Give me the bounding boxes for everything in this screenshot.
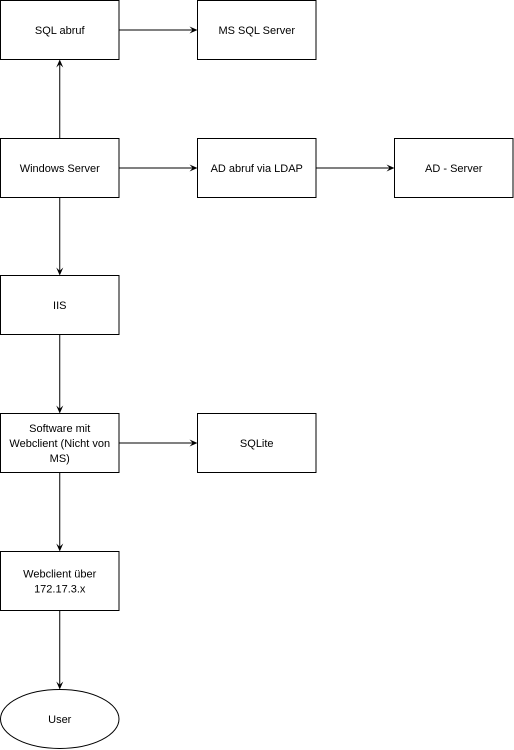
node-label: AD abruf via LDAP (211, 163, 303, 175)
node-label: Windows Server (20, 163, 100, 175)
architecture-diagram: SQL abruf MS SQL Server Windows Server AD a… (0, 0, 514, 749)
edge-iis-to-software (56, 334, 64, 414)
node-label: SQLite (240, 438, 274, 450)
edge-sql-abruf-to-ms-sql-server (119, 26, 198, 34)
node-label: Software mit (29, 423, 90, 435)
node-sql-abruf: SQL abruf (0, 0, 120, 60)
node-label: MS) (50, 453, 70, 465)
edge-ad-abruf-to-ad-server (316, 164, 395, 172)
edge-webclient-to-user (56, 610, 64, 690)
edge-windows-server-to-ad-abruf (119, 164, 198, 172)
node-label: MS SQL Server (218, 25, 295, 37)
node-sqlite: SQLite (197, 413, 317, 473)
node-shape (0, 551, 120, 611)
node-windows-server: Windows Server (0, 138, 120, 198)
edge-windows-server-to-sql-abruf (56, 59, 64, 139)
node-label: AD - Server (425, 163, 483, 175)
node-ms-sql-server: MS SQL Server (197, 0, 317, 60)
edge-software-to-sqlite (119, 439, 198, 447)
edge-windows-server-to-iis (56, 197, 64, 276)
node-label: SQL abruf (35, 25, 86, 37)
nodes: SQL abruf MS SQL Server Windows Server AD a… (0, 0, 514, 749)
node-webclient: Webclient über 172.17.3.x (0, 551, 120, 611)
node-label: 172.17.3.x (34, 584, 86, 596)
edge-software-to-webclient (56, 472, 64, 552)
node-iis: IIS (0, 275, 120, 335)
node-label: User (48, 714, 72, 726)
node-label: IIS (53, 300, 66, 312)
node-software: Software mit Webclient (Nicht von MS) (0, 413, 120, 473)
node-user: User (0, 689, 120, 749)
node-ad-server: AD - Server (394, 138, 514, 198)
node-label: Webclient über (23, 569, 97, 581)
node-ad-abruf: AD abruf via LDAP (197, 138, 317, 198)
node-label: Webclient (Nicht von (9, 438, 110, 450)
